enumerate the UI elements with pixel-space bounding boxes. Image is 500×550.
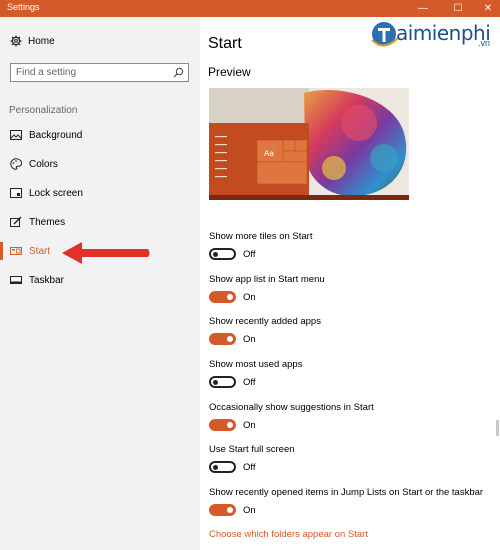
setting-label: Show more tiles on Start — [209, 231, 313, 242]
preview-heading: Preview — [208, 65, 251, 79]
close-button[interactable]: ✕ — [473, 1, 500, 16]
setting-more-tiles: Show more tiles on Start Off — [209, 231, 499, 267]
setting-recently-added: Show recently added apps On — [209, 316, 499, 352]
palette-icon — [10, 158, 22, 170]
image-icon — [10, 130, 22, 140]
sidebar-item-label: Background — [29, 130, 83, 141]
main-content: Start Preview Aa Show more tiles on Star… — [200, 17, 500, 550]
preview-tile-label: Aa — [264, 149, 274, 158]
minimize-button[interactable]: — — [408, 1, 438, 16]
toggle-state: On — [243, 292, 256, 303]
toggle-state: Off — [243, 377, 256, 388]
sidebar-item-label: Start — [29, 246, 51, 257]
taskbar-icon — [10, 276, 22, 284]
toggle-switch[interactable] — [209, 504, 236, 516]
scrollbar-thumb[interactable] — [496, 420, 499, 436]
setting-full-screen: Use Start full screen Off — [209, 444, 499, 480]
home-label: Home — [28, 36, 55, 47]
toggle-knob — [213, 380, 218, 385]
sidebar: Home Personalization Background Colors L… — [0, 17, 200, 550]
sidebar-item-label: Themes — [29, 217, 66, 228]
toggle-switch[interactable] — [209, 333, 236, 345]
toggle-switch[interactable] — [209, 461, 236, 473]
sidebar-item-label: Colors — [29, 159, 58, 170]
choose-folders-link[interactable]: Choose which folders appear on Start — [209, 529, 368, 540]
active-indicator — [0, 242, 3, 260]
sidebar-item-label: Lock screen — [29, 188, 83, 199]
sidebar-item-colors[interactable]: Colors — [0, 151, 200, 177]
setting-label: Occasionally show suggestions in Start — [209, 402, 374, 413]
sidebar-item-background[interactable]: Background — [0, 122, 200, 148]
setting-label: Show recently added apps — [209, 316, 321, 327]
title-bar: Settings — ☐ ✕ — [0, 0, 500, 17]
toggle-state: On — [243, 420, 256, 431]
toggle-state: On — [243, 334, 256, 345]
toggle-knob — [227, 507, 233, 513]
setting-label: Use Start full screen — [209, 444, 295, 455]
setting-most-used: Show most used apps Off — [209, 359, 499, 395]
toggle-state: Off — [243, 462, 256, 473]
toggle-knob — [213, 465, 218, 470]
search-box[interactable] — [10, 63, 189, 82]
window-title: Settings — [7, 2, 40, 12]
toggle-switch[interactable] — [209, 291, 236, 303]
lock-screen-icon — [10, 188, 22, 198]
setting-suggestions: Occasionally show suggestions in Start O… — [209, 402, 499, 438]
toggle-switch[interactable] — [209, 376, 236, 388]
toggle-knob — [213, 252, 218, 257]
setting-jump-lists: Show recently opened items in Jump Lists… — [209, 487, 499, 523]
section-heading: Personalization — [9, 105, 78, 116]
brush-icon — [10, 216, 22, 227]
setting-label: Show most used apps — [209, 359, 303, 370]
toggle-state: On — [243, 505, 256, 516]
toggle-knob — [227, 422, 233, 428]
toggle-state: Off — [243, 249, 256, 260]
annotation-arrow-icon — [62, 242, 150, 264]
start-icon — [10, 247, 22, 255]
setting-label: Show app list in Start menu — [209, 274, 325, 285]
maximize-button[interactable]: ☐ — [443, 1, 473, 16]
sidebar-item-taskbar[interactable]: Taskbar — [0, 267, 200, 293]
page-title: Start — [208, 35, 242, 52]
start-preview-image: Aa — [209, 88, 409, 200]
sidebar-item-lock-screen[interactable]: Lock screen — [0, 180, 200, 206]
search-icon[interactable] — [173, 67, 184, 78]
setting-app-list: Show app list in Start menu On — [209, 274, 499, 310]
toggle-knob — [227, 336, 233, 342]
toggle-knob — [227, 294, 233, 300]
gear-icon — [10, 35, 22, 47]
toggle-switch[interactable] — [209, 419, 236, 431]
setting-label: Show recently opened items in Jump Lists… — [209, 487, 484, 498]
sidebar-item-themes[interactable]: Themes — [0, 209, 200, 235]
toggle-switch[interactable] — [209, 248, 236, 260]
search-input[interactable] — [16, 66, 166, 79]
sidebar-item-label: Taskbar — [29, 275, 65, 286]
